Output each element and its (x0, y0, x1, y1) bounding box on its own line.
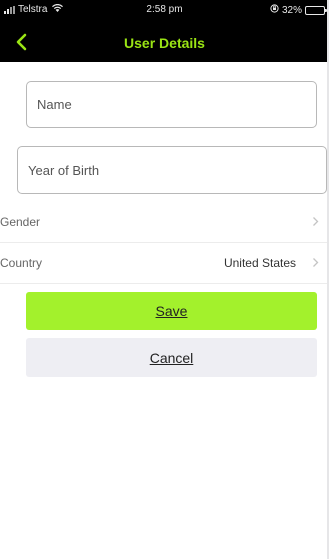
gender-row[interactable]: Gender (0, 202, 329, 243)
gender-label: Gender (0, 215, 41, 229)
name-input[interactable] (26, 81, 317, 128)
page-title: User Details (124, 35, 205, 51)
app-screen: Telstra 2:58 pm 32% User Details Gen (0, 0, 329, 559)
year-of-birth-input[interactable] (17, 146, 327, 194)
country-row[interactable]: Country United States (0, 243, 329, 284)
chevron-right-icon (313, 258, 319, 267)
battery-icon (305, 5, 327, 15)
status-bar: Telstra 2:58 pm 32% (0, 0, 329, 21)
chevron-right-icon (313, 217, 319, 226)
cancel-button[interactable]: Cancel (26, 338, 317, 377)
header: Telstra 2:58 pm 32% User Details (0, 0, 329, 62)
save-button[interactable]: Save (26, 292, 317, 330)
battery-percent: 32% (281, 4, 302, 16)
orientation-lock-icon (270, 4, 279, 16)
battery-indicator: 32% (270, 4, 327, 16)
country-value: United States (223, 256, 296, 270)
country-label: Country (0, 256, 43, 270)
nav-bar: User Details (0, 21, 329, 62)
